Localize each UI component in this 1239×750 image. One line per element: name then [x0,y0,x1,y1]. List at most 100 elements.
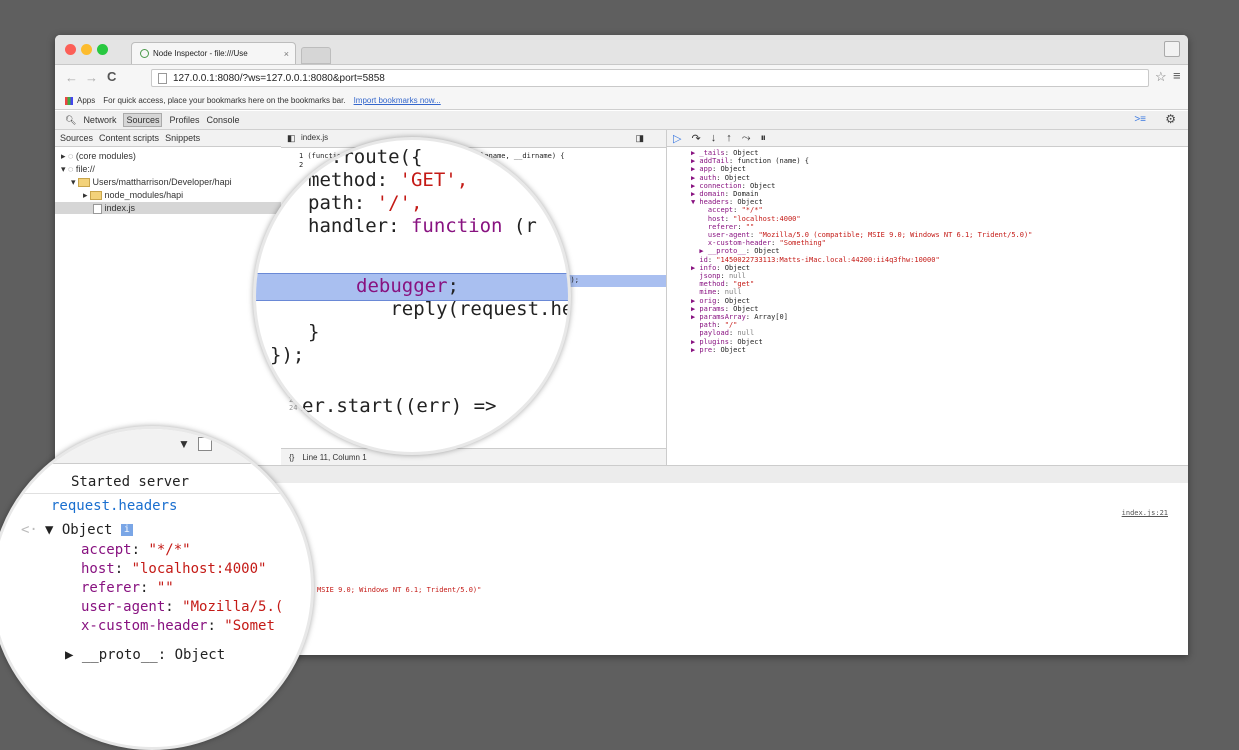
pause-on-exceptions-icon[interactable]: ⏸ [761,132,767,145]
resume-icon[interactable]: ▷ [673,132,681,145]
back-arrow-icon[interactable]: ← [65,70,78,85]
magnified-line-number: 1 [274,144,281,155]
close-window-button[interactable] [65,44,76,55]
address-bar[interactable]: 127.0.0.1:8080/?ws=127.0.0.1:8080&port=5… [151,69,1149,87]
reload-icon[interactable]: C [107,69,116,84]
menu-icon[interactable]: ≡ [1173,68,1181,83]
filter-dropdown-icon[interactable]: ▼ [178,437,190,451]
tab-console[interactable]: Console [207,115,240,125]
navigator-pane: Sources Content scripts Snippets ▸ ◌ (co… [55,130,282,465]
tab-close-icon[interactable]: × [284,49,289,59]
scope-line[interactable]: ▶ app: Object [691,165,1032,173]
step-out-icon[interactable]: ↑ [726,132,732,144]
tab-title: Node Inspector - file:///Use [153,49,248,58]
scope-line[interactable]: ▶ _tails: Object [691,149,1032,157]
star-icon[interactable]: ☆ [1155,69,1167,85]
editor-status-bar: {} Line 11, Column 1 [281,448,666,465]
scope-line: jsonp: null [691,272,746,281]
debugger-toolbar: ▷ ↷ ↓ ↑ ⤳ ⏸ [667,130,1188,147]
scope-line[interactable]: ▶ paramsArray: Array[0] [691,313,1032,321]
scope-line[interactable]: ▶ pre: Object [691,346,1032,354]
info-icon: i [120,524,133,536]
tab-network[interactable]: Network [83,115,116,125]
profile-icon[interactable] [1164,41,1180,57]
apps-link[interactable]: Apps [77,96,95,105]
scope-line[interactable]: ▶ connection: Object [691,182,1032,190]
magnified-line-handler: handler: function (r [308,215,537,237]
scope-line: referer: "" [691,222,755,231]
console-object-header[interactable]: ▼ Object i [45,521,133,540]
cursor-position: Line 11, Column 1 [302,452,367,462]
scope-line[interactable]: ▶ info: Object [691,264,1032,272]
console-proto[interactable]: ▶ __proto__: Object [65,646,225,665]
console-useragent-tail: MSIE 9.0; Windows NT 6.1; Trident/5.0)" [317,586,482,594]
search-icon[interactable]: 🔍︎ [65,115,76,126]
result-arrow-icon: <· [21,522,38,538]
tree-item-core-modules[interactable]: ▸ ◌ (core modules) [61,151,136,162]
scope-line[interactable]: ▶ __proto__: Object [691,247,1032,255]
scope-line[interactable]: ▼ headers: Object [691,198,1032,206]
scope-line: accept: "*/*" [691,206,763,215]
console-entry-accept: accept: "*/*" [81,542,191,558]
magnified-line-path: path: '/', [308,192,423,214]
apps-icon[interactable] [65,96,73,105]
tree-selection [55,202,281,214]
bookmarks-bar: Apps For quick access, place your bookma… [55,92,1188,110]
preserve-log-checkbox[interactable] [198,437,212,451]
gear-icon[interactable]: ⚙ [1165,112,1176,126]
tree-item-index-js[interactable]: index.js [93,203,135,214]
console-source-link[interactable]: index.js:21 [1122,509,1168,517]
scope-variables: ▶ _tails: Object ▶ addTail: function (nam… [691,149,1032,354]
magnified-line-debugger: debugger; [356,275,459,297]
code-line-2: 2 [299,161,304,169]
toolbar: ← → C 127.0.0.1:8080/?ws=127.0.0.1:8080&… [55,65,1188,92]
browser-tab[interactable]: Node Inspector - file:///Use × [131,42,296,64]
nav-tab-sources[interactable]: Sources [60,133,93,143]
console-log-started: Started server [71,474,190,490]
scope-line[interactable]: ▶ domain: Domain [691,190,1032,198]
tree-item-node-modules[interactable]: ▸ node_modules/hapi [83,190,183,201]
step-over-icon[interactable]: ↷ [691,132,700,145]
console-entry-user-agent: user-agent: "Mozilla/5.( [81,599,284,615]
nav-tab-content-scripts[interactable]: Content scripts [99,133,159,143]
scope-line: id: "1450022733113:Matts-iMac.local:4420… [691,255,940,264]
tree-item-hapi-folder[interactable]: ▾ Users/mattharrison/Developer/hapi [71,177,232,188]
console-drawer-icon[interactable]: >≡ [1134,114,1146,125]
tab-sources[interactable]: Sources [123,113,163,127]
scope-line[interactable]: ▶ auth: Object [691,174,1032,182]
page-icon [158,72,167,84]
zoom-window-button[interactable] [97,44,108,55]
scope-line: path: "/" [691,321,738,330]
import-bookmarks-link[interactable]: Import bookmarks now... [354,96,441,105]
editor-tab-index-js[interactable]: index.js [301,133,328,142]
editor-magnifier: 1 er.route({ method: 'GET', path: '/', h… [253,137,571,455]
file-icon [93,203,102,214]
bookmarks-hint: For quick access, place your bookmarks h… [103,96,346,105]
scope-line[interactable]: ▶ orig: Object [691,297,1032,305]
magnified-line-method: method: 'GET', [308,169,469,191]
minimize-window-button[interactable] [81,44,92,55]
console-magnifier: ▼ Started server request.headers <· ▼ Ob… [0,426,314,750]
step-into-icon[interactable]: ↓ [711,132,717,144]
new-tab-button[interactable] [301,47,331,64]
magnified-line-close-brace: } [308,321,320,343]
tree-item-file[interactable]: ▾ ◌ file:// [61,164,95,175]
scope-line[interactable]: ▶ plugins: Object [691,338,1032,346]
scope-line: x-custom-header: "Something" [691,239,826,248]
scope-line: method: "get" [691,280,755,289]
toggle-navigator-icon[interactable]: ◧ [287,133,296,144]
scope-line: user-agent: "Mozilla/5.0 (compatible; MS… [691,231,1033,240]
scope-line: host: "localhost:4000" [691,214,801,223]
navigator-tabs: Sources Content scripts Snippets [55,130,281,147]
magnified-line-route: er.route({ [308,146,423,168]
toggle-debugger-icon[interactable]: ◨ [635,133,644,144]
magnified-line-reply: reply(request.he [356,298,571,320]
magnified-line-start: er.start((err) => [302,395,497,417]
debugger-sidebar: ▷ ↷ ↓ ↑ ⤳ ⏸ ▶ _tails: Object ▶ addTail: f… [667,130,1188,465]
nav-tab-snippets[interactable]: Snippets [165,133,200,143]
tab-profiles[interactable]: Profiles [169,115,199,125]
deactivate-breakpoints-icon[interactable]: ⤳ [742,132,751,145]
scope-line[interactable]: ▶ params: Object [691,305,1032,313]
scope-line[interactable]: ▶ addTail: function (name) { [691,157,1032,165]
forward-arrow-icon[interactable]: → [85,70,98,85]
